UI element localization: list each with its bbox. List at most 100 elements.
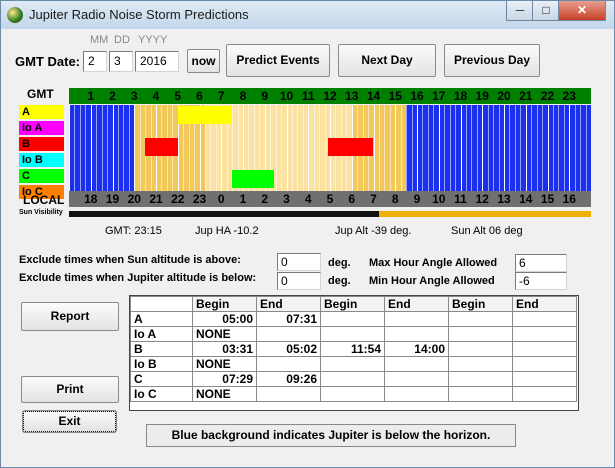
month-input[interactable]: 2 xyxy=(83,51,107,72)
grid-line xyxy=(139,105,141,201)
grid-line xyxy=(455,105,457,201)
jupiter-altitude-input[interactable]: 0 xyxy=(277,272,321,290)
time-cell[interactable]: 07:31 xyxy=(256,311,321,327)
time-cell[interactable] xyxy=(448,326,513,342)
jupiter-altitude-label: Exclude times when Jupiter altitude is b… xyxy=(19,272,257,284)
local-hour-label: 2 xyxy=(261,192,269,206)
gmt-hour-label: 16 xyxy=(410,89,424,103)
source-label: B xyxy=(19,137,64,151)
jupiter-app-icon xyxy=(7,7,23,23)
row-source-cell[interactable]: C xyxy=(130,371,193,387)
predict-events-button[interactable]: Predict Events xyxy=(226,44,330,77)
event-bar xyxy=(327,138,374,156)
maximize-button[interactable]: □ xyxy=(532,1,560,21)
local-hour-label: 15 xyxy=(540,192,555,206)
time-cell[interactable] xyxy=(448,356,513,372)
time-cell[interactable] xyxy=(256,386,321,402)
min-hour-angle-input[interactable]: -6 xyxy=(515,272,567,290)
grid-line xyxy=(117,105,119,201)
local-hour-label: 9 xyxy=(413,192,421,206)
title-bar: Jupiter Radio Noise Storm Predictions ─ … xyxy=(1,1,614,29)
column-header xyxy=(130,296,193,312)
time-cell[interactable]: 03:31 xyxy=(192,341,257,357)
grid-line xyxy=(574,105,576,201)
time-cell[interactable] xyxy=(448,386,513,402)
window-title: Jupiter Radio Noise Storm Predictions xyxy=(29,7,249,22)
time-cell[interactable] xyxy=(512,356,577,372)
grid-line xyxy=(313,105,315,201)
gmt-hour-label: 18 xyxy=(453,89,468,103)
time-cell[interactable] xyxy=(384,371,449,387)
time-cell[interactable] xyxy=(512,341,577,357)
exit-button[interactable]: Exit xyxy=(23,411,116,432)
time-cell[interactable] xyxy=(512,326,577,342)
minimize-button[interactable]: ─ xyxy=(506,1,534,21)
next-day-button[interactable]: Next Day xyxy=(338,44,436,77)
time-cell[interactable] xyxy=(448,341,513,357)
grid-line xyxy=(552,105,554,201)
time-cell[interactable]: 09:26 xyxy=(256,371,321,387)
column-header: End xyxy=(512,296,577,312)
sun-altitude-input[interactable]: 0 xyxy=(277,253,321,271)
time-cell[interactable] xyxy=(384,326,449,342)
row-source-cell[interactable]: B xyxy=(130,341,193,357)
grid-line xyxy=(514,105,516,201)
row-source-cell[interactable]: Io B xyxy=(130,356,193,372)
time-cell[interactable]: 05:00 xyxy=(192,311,257,327)
gmt-hour-label: 7 xyxy=(217,89,225,103)
time-cell[interactable] xyxy=(320,356,385,372)
local-hour-label: 18 xyxy=(84,192,98,206)
grid-line xyxy=(465,105,467,201)
row-source-cell[interactable]: Io A xyxy=(130,326,193,342)
event-bar xyxy=(145,138,179,156)
grid-line xyxy=(504,105,505,201)
time-cell[interactable] xyxy=(512,371,577,387)
time-cell[interactable] xyxy=(512,311,577,327)
time-cell[interactable] xyxy=(384,386,449,402)
grid-line xyxy=(482,105,484,201)
max-hour-angle-input[interactable]: 6 xyxy=(515,254,567,272)
time-cell[interactable] xyxy=(320,386,385,402)
time-cell[interactable]: 14:00 xyxy=(384,341,449,357)
now-button[interactable]: now xyxy=(187,49,220,73)
time-cell[interactable]: NONE xyxy=(192,326,257,342)
report-button[interactable]: Report xyxy=(21,302,119,331)
time-cell[interactable]: NONE xyxy=(192,356,257,372)
time-cell[interactable] xyxy=(512,386,577,402)
local-hour-label: 5 xyxy=(326,192,334,206)
time-cell[interactable] xyxy=(384,356,449,372)
row-source-cell[interactable]: Io C xyxy=(130,386,193,402)
gmt-hour-label: 2 xyxy=(109,89,116,103)
previous-day-button[interactable]: Previous Day xyxy=(444,44,540,77)
grid-line xyxy=(101,105,103,201)
year-input[interactable]: 2016 xyxy=(135,51,179,72)
time-cell[interactable] xyxy=(384,311,449,327)
jupiter-hour-angle-readout: Jup HA -10.2 xyxy=(195,225,259,237)
time-cell[interactable] xyxy=(320,311,385,327)
time-cell[interactable]: 07:29 xyxy=(192,371,257,387)
gmt-hour-label: 17 xyxy=(432,89,446,103)
time-cell[interactable]: 05:02 xyxy=(256,341,321,357)
time-cell[interactable] xyxy=(320,371,385,387)
day-input[interactable]: 3 xyxy=(109,51,133,72)
time-cell[interactable] xyxy=(448,371,513,387)
grid-line xyxy=(444,105,446,201)
local-hour-label: 1 xyxy=(239,192,247,206)
time-cell[interactable] xyxy=(320,326,385,342)
row-source-cell[interactable]: A xyxy=(130,311,193,327)
close-button[interactable]: ✕ xyxy=(558,1,606,21)
column-header: End xyxy=(256,296,321,312)
local-hour-label: 21 xyxy=(149,192,163,206)
time-cell[interactable]: NONE xyxy=(192,386,257,402)
time-cell[interactable]: 11:54 xyxy=(320,341,385,357)
local-hour-label: 11 xyxy=(454,192,467,206)
grid-line xyxy=(123,105,125,201)
local-hour-label: 10 xyxy=(432,192,446,206)
time-cell[interactable] xyxy=(256,326,321,342)
local-hour-label: 13 xyxy=(497,192,511,206)
print-button[interactable]: Print xyxy=(21,376,119,403)
time-cell[interactable] xyxy=(448,311,513,327)
sun-altitude-readout: Sun Alt 06 deg xyxy=(451,225,523,237)
time-cell[interactable] xyxy=(256,356,321,372)
grid-line xyxy=(85,105,87,201)
